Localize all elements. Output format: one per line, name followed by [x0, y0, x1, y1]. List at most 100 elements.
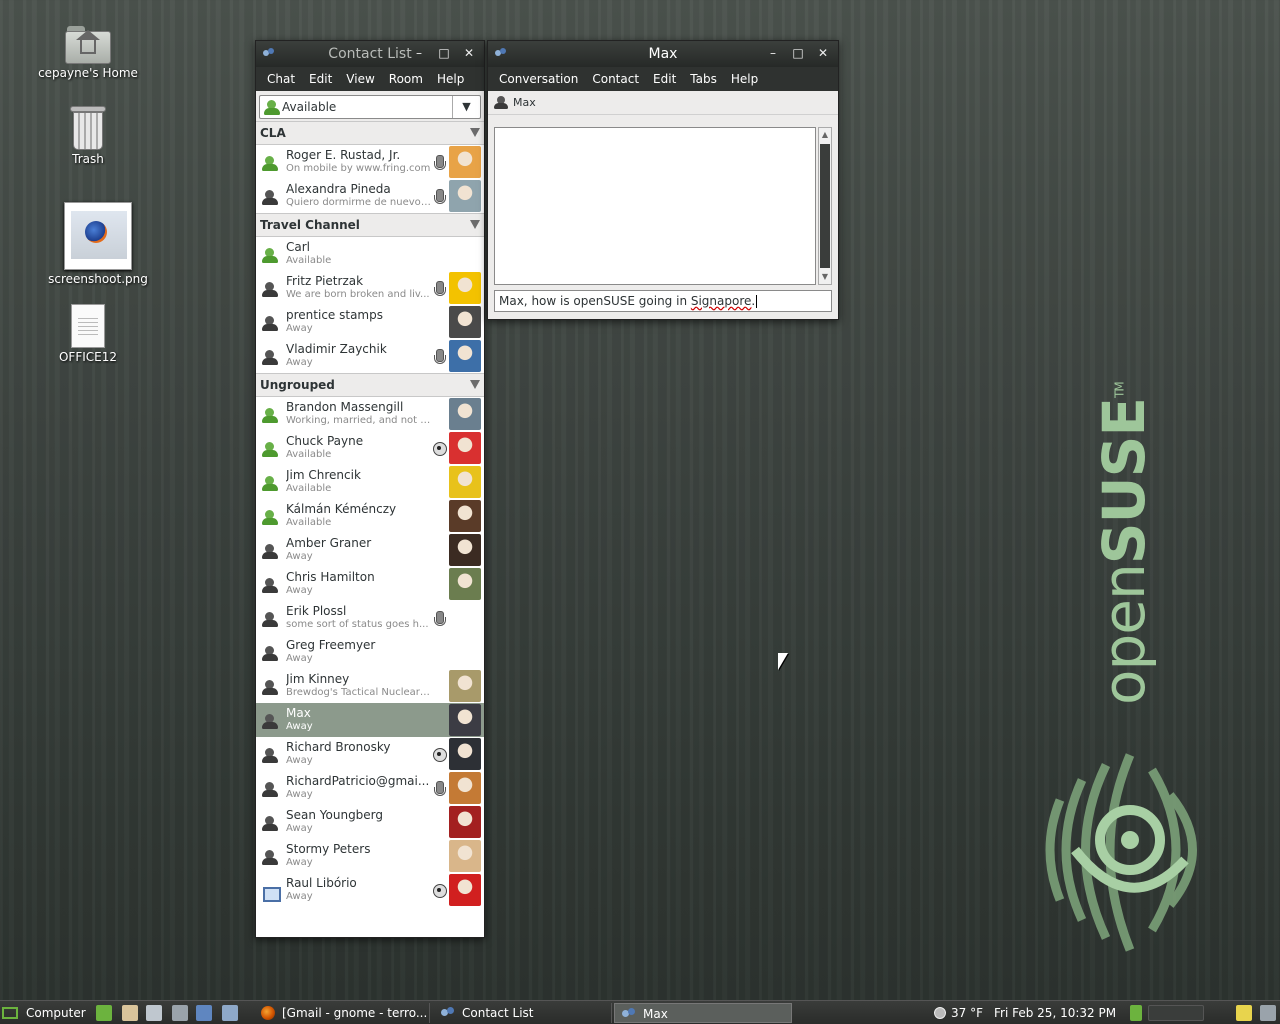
network-icon[interactable]: [196, 1005, 212, 1021]
desktop-icon-home[interactable]: cepayne's Home: [28, 24, 148, 80]
contact-status: Away: [286, 653, 313, 664]
contact-row[interactable]: Erik Plossl some sort of status goes h...: [256, 601, 484, 635]
contact-row[interactable]: Fritz Pietrzak We are born broken and liv…: [256, 271, 484, 305]
contact-row[interactable]: Carl Available: [256, 237, 484, 271]
group-header[interactable]: Ungrouped: [256, 373, 484, 397]
menu-conversation[interactable]: Conversation: [492, 72, 585, 86]
menu-help[interactable]: Help: [724, 72, 765, 86]
group-name: Ungrouped: [260, 378, 335, 392]
contact-name: Chuck Payne: [286, 434, 364, 448]
menu-tabs[interactable]: Tabs: [683, 72, 724, 86]
contact-name: Alexandra Pineda: [286, 182, 391, 196]
trash-applet-icon[interactable]: [1260, 1005, 1276, 1021]
conversation-tab[interactable]: Max: [488, 91, 838, 115]
message-history[interactable]: [494, 127, 816, 285]
menu-contact[interactable]: Contact: [585, 72, 646, 86]
close-icon[interactable]: ✕: [816, 46, 830, 60]
computer-menu-button[interactable]: Computer: [2, 1003, 86, 1023]
contact-row[interactable]: Alexandra Pineda Quiero dormirme de nuevo…: [256, 179, 484, 213]
menu-room[interactable]: Room: [382, 72, 430, 86]
task-max[interactable]: Max: [614, 1003, 792, 1023]
contact-row[interactable]: Roger E. Rustad, Jr. On mobile by www.fri…: [256, 145, 484, 179]
scroll-down-icon[interactable]: ▼: [819, 270, 831, 284]
avatar: [449, 272, 481, 304]
collapse-triangle-icon[interactable]: [470, 128, 480, 137]
scrollbar-thumb[interactable]: [820, 144, 830, 268]
contact-status: Working, married, and not living...: [286, 415, 431, 426]
battery-icon[interactable]: [222, 1005, 238, 1021]
contact-status: Away: [286, 585, 313, 596]
text-caret: [756, 295, 758, 308]
avatar: [449, 146, 481, 178]
minimize-icon[interactable]: –: [766, 46, 780, 60]
conversation-titlebar[interactable]: Max – □ ✕: [488, 41, 838, 67]
chevron-down-icon[interactable]: ▼: [452, 96, 480, 118]
workspace-switcher[interactable]: [1148, 1005, 1204, 1021]
scroll-up-icon[interactable]: ▲: [819, 128, 831, 142]
contact-status: Available: [286, 449, 332, 460]
contact-row[interactable]: Richard Bronosky Away: [256, 737, 484, 771]
menu-edit[interactable]: Edit: [646, 72, 683, 86]
contact-row[interactable]: prentice stamps Away: [256, 305, 484, 339]
desktop-icon-office12[interactable]: OFFICE12: [28, 304, 148, 364]
contact-row[interactable]: Jim Chrencik Available: [256, 465, 484, 499]
available-status-icon: [262, 248, 278, 264]
menu-view[interactable]: View: [339, 72, 381, 86]
user-switcher-icon[interactable]: [96, 1005, 112, 1021]
contact-list-titlebar[interactable]: Contact List – □ ✕: [256, 41, 484, 67]
away-status-icon: [262, 816, 278, 832]
contact-row[interactable]: Chuck Payne Available: [256, 431, 484, 465]
menu-chat[interactable]: Chat: [260, 72, 302, 86]
desktop-icon-trash[interactable]: Trash: [28, 106, 148, 166]
weather-applet[interactable]: 37 °F: [934, 1001, 983, 1024]
contact-row[interactable]: Chris Hamilton Away: [256, 567, 484, 601]
contact-name: Jim Chrencik: [286, 468, 361, 482]
notes-icon[interactable]: [1236, 1005, 1252, 1021]
desktop-icon-screenshot[interactable]: screenshoot.png: [38, 202, 158, 286]
clipboard-icon[interactable]: [122, 1005, 138, 1021]
pidgin-icon: [622, 1007, 636, 1021]
clock[interactable]: Fri Feb 25, 10:32 PM: [994, 1001, 1116, 1024]
group-name: Travel Channel: [260, 218, 360, 232]
contact-row[interactable]: Stormy Peters Away: [256, 839, 484, 873]
status-selector[interactable]: Available ▼: [259, 95, 481, 119]
contact-row[interactable]: Amber Graner Away: [256, 533, 484, 567]
microphone-icon: [432, 781, 446, 797]
group-header[interactable]: CLA: [256, 121, 484, 145]
contact-row[interactable]: Greg Freemyer Away: [256, 635, 484, 669]
menu-help[interactable]: Help: [430, 72, 471, 86]
contact-row[interactable]: Sean Youngberg Away: [256, 805, 484, 839]
menu-edit[interactable]: Edit: [302, 72, 339, 86]
pidgin-icon: [441, 1006, 455, 1020]
message-input[interactable]: Max, how is openSUSE going in Signapore.: [494, 290, 832, 312]
contact-name: Richard Bronosky: [286, 740, 391, 754]
contact-row[interactable]: Raul Libório Away: [256, 873, 484, 907]
minimize-icon[interactable]: –: [412, 46, 426, 60]
contact-row[interactable]: RichardPatricio@gmai... Away: [256, 771, 484, 805]
avatar: [449, 772, 481, 804]
history-scrollbar[interactable]: ▲ ▼: [818, 127, 832, 285]
workspace-icon[interactable]: [1130, 1005, 1142, 1021]
contact-row[interactable]: Jim Kinney Brewdog's Tactical Nuclear Pe.…: [256, 669, 484, 703]
contact-row[interactable]: Brandon Massengill Working, married, and …: [256, 397, 484, 431]
maximize-icon[interactable]: □: [791, 46, 805, 60]
contact-status: Available: [286, 483, 332, 494]
maximize-icon[interactable]: □: [437, 46, 451, 60]
group-header[interactable]: Travel Channel: [256, 213, 484, 237]
collapse-triangle-icon[interactable]: [470, 380, 480, 389]
contact-row[interactable]: Max Away: [256, 703, 484, 737]
close-icon[interactable]: ✕: [462, 46, 476, 60]
contact-name: Stormy Peters: [286, 842, 371, 856]
display-icon[interactable]: [146, 1005, 162, 1021]
moon-icon: [934, 1007, 946, 1019]
contact-row[interactable]: Vladimir Zaychik Away: [256, 339, 484, 373]
webcam-icon: [432, 747, 447, 763]
task-contact-list[interactable]: Contact List: [434, 1003, 612, 1023]
collapse-triangle-icon[interactable]: [470, 220, 480, 229]
avatar: [449, 432, 481, 464]
contact-status: Away: [286, 721, 313, 732]
webcam-icon: [432, 441, 447, 457]
volume-icon[interactable]: [172, 1005, 188, 1021]
task-gmail[interactable]: [Gmail - gnome - terro...: [254, 1003, 430, 1023]
contact-row[interactable]: Kálmán Kéménczy Available: [256, 499, 484, 533]
